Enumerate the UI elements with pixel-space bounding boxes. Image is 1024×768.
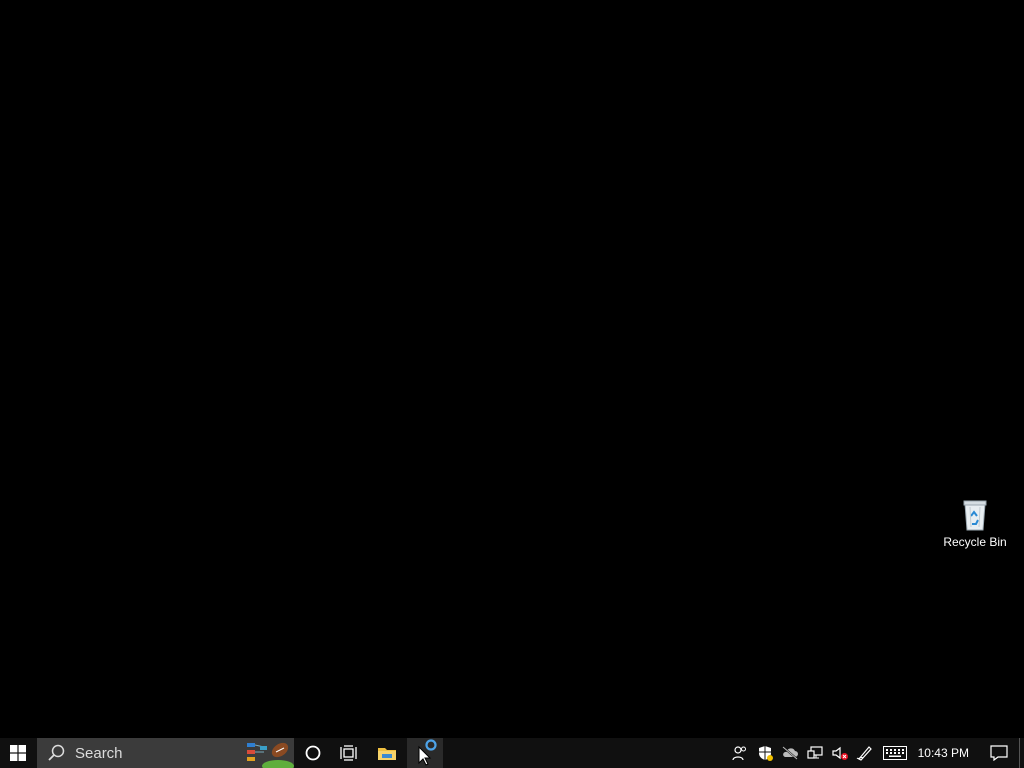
search-placeholder: Search (75, 744, 123, 762)
tray-clock[interactable]: 10:43 PM (912, 746, 979, 760)
volume-muted-icon (832, 746, 849, 760)
taskbar: Search 10:43 PM (0, 738, 1024, 768)
task-view-icon (340, 745, 357, 761)
tray-onedrive[interactable] (778, 738, 803, 768)
app-icon (418, 739, 437, 766)
cortana-circle-icon (305, 745, 321, 761)
search-icon (48, 744, 65, 761)
tray-security[interactable] (753, 738, 778, 768)
task-view-button[interactable] (331, 738, 367, 768)
tray-touch-keyboard[interactable] (878, 738, 912, 768)
keyboard-icon (882, 746, 907, 760)
taskbar-file-explorer[interactable] (367, 738, 407, 768)
start-button[interactable] (0, 738, 36, 768)
network-icon (807, 746, 823, 759)
cortana-button[interactable] (295, 738, 331, 768)
recycle-bin-icon (963, 500, 987, 531)
people-icon (732, 746, 747, 761)
recycle-bin-label: Recycle Bin (943, 535, 1007, 549)
folder-icon (378, 748, 396, 760)
search-highlight-art (247, 742, 294, 768)
tray-volume[interactable] (828, 738, 853, 768)
taskbar-active-app[interactable] (407, 738, 443, 768)
search-box[interactable]: Search (37, 738, 294, 768)
action-center-icon (990, 745, 1008, 761)
windows-logo-icon (10, 745, 26, 761)
tray-pen[interactable] (853, 738, 878, 768)
action-center-button[interactable] (979, 738, 1019, 768)
show-desktop-button[interactable] (1019, 738, 1024, 768)
tray-network[interactable] (803, 738, 828, 768)
desktop-icon-recycle-bin[interactable]: Recycle Bin (940, 498, 1010, 558)
pen-icon (856, 746, 872, 761)
cloud-offline-icon (782, 746, 799, 760)
tray-people[interactable] (728, 738, 753, 768)
system-tray: 10:43 PM (728, 738, 1024, 768)
desktop: Recycle Bin (0, 0, 1024, 738)
security-shield-icon (759, 746, 774, 761)
